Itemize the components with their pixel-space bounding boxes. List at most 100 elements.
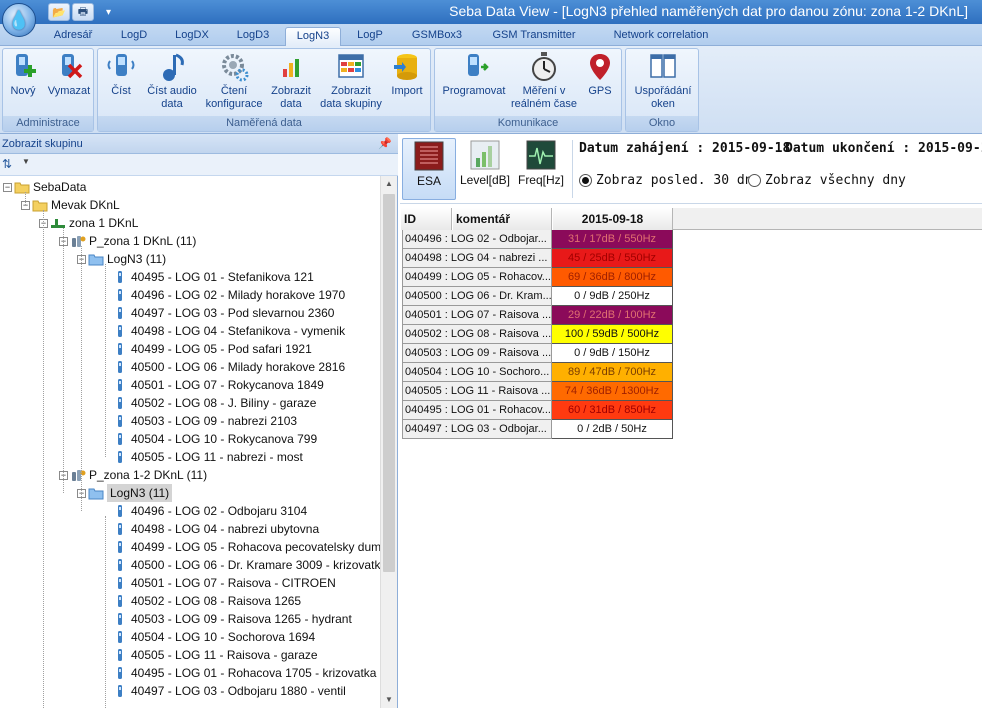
usporadani-oken-button[interactable]: Uspořádání oken <box>630 51 696 111</box>
tree-node-logger[interactable]: 40496 - LOG 02 - Odbojaru 3104 <box>101 502 307 520</box>
column-header-date[interactable]: 2015-09-18 <box>552 208 673 230</box>
row-id-cell[interactable]: 040499 : LOG 05 - Rohacov... <box>402 268 552 287</box>
radio-all-days[interactable]: Zobraz všechny dny <box>748 173 906 188</box>
tree-node-logger[interactable]: 40502 - LOG 08 - Raisova 1265 <box>101 592 301 610</box>
tree-node-logger[interactable]: 40499 - LOG 05 - Rohacova pecovatelsky d… <box>101 538 380 556</box>
row-value-cell[interactable]: 0 / 2dB / 50Hz <box>552 420 673 439</box>
row-id-cell[interactable]: 040504 : LOG 10 - Sochoro... <box>402 363 552 382</box>
tree-node-logger[interactable]: 40499 - LOG 05 - Pod safari 1921 <box>101 340 312 358</box>
tab-gsm-transmitter[interactable]: GSM Transmitter <box>478 27 590 46</box>
programovat-button[interactable]: Programovat <box>439 51 509 98</box>
row-value-cell[interactable]: 31 / 17dB / 550Hz <box>552 230 673 249</box>
open-folder-icon[interactable]: 📂 <box>48 3 70 21</box>
radio-last-30-days[interactable]: Zobraz posled. 30 dn <box>579 173 753 188</box>
pin-icon[interactable]: 📌 <box>378 134 392 154</box>
scroll-up-icon[interactable]: ▲ <box>381 176 397 192</box>
sort-dropdown-icon[interactable]: ▼ <box>22 157 30 166</box>
tree-node-logger[interactable]: 40502 - LOG 08 - J. Biliny - garaze <box>101 394 316 412</box>
cist-audio-button[interactable]: Číst audio data <box>142 51 202 111</box>
tree-node-logger[interactable]: 40496 - LOG 02 - Milady horakove 1970 <box>101 286 345 304</box>
level-db-button[interactable]: Level[dB] <box>458 138 512 200</box>
grid-header: ID komentář 2015-09-18 <box>400 208 982 230</box>
tree-node-group2-logn3[interactable]: − LogN3 (11) <box>77 484 173 502</box>
tree-node-logger[interactable]: 40504 - LOG 10 - Rokycanova 799 <box>101 430 317 448</box>
gps-button[interactable]: GPS <box>581 51 619 98</box>
cist-button[interactable]: Číst <box>104 51 138 98</box>
tab-network-correlation[interactable]: Network correlation <box>594 27 728 46</box>
scroll-thumb[interactable] <box>383 194 395 572</box>
tab-logn3[interactable]: LogN3 <box>285 27 341 46</box>
tree-node-logger[interactable]: 40500 - LOG 06 - Dr. Kramare 3009 - kriz… <box>101 556 380 574</box>
tree-node-logger[interactable]: 40495 - LOG 01 - Stefanikova 121 <box>101 268 314 286</box>
row-id-cell[interactable]: 040501 : LOG 07 - Raisova ... <box>402 306 552 325</box>
tree-node-logger[interactable]: 40497 - LOG 03 - Odbojaru 1880 - ventil <box>101 682 346 700</box>
row-id-cell[interactable]: 040498 : LOG 04 - nabrezi ... <box>402 249 552 268</box>
tree-node-logger[interactable]: 40500 - LOG 06 - Milady horakove 2816 <box>101 358 345 376</box>
row-value-cell[interactable]: 74 / 36dB / 1300Hz <box>552 382 673 401</box>
logger-device-icon <box>112 648 128 662</box>
mereni-realnem-case-button[interactable]: Měření v reálném čase <box>509 51 579 111</box>
zobrazit-data-skupiny-button[interactable]: Zobrazit data skupiny <box>316 51 386 111</box>
tab-adresar[interactable]: Adresář <box>40 27 106 46</box>
gps-pin-icon <box>590 54 610 80</box>
tree-node-logger[interactable]: 40498 - LOG 04 - nabrezi ubytovna <box>101 520 319 538</box>
collapse-toggle-icon[interactable]: − <box>3 182 12 192</box>
tree-node-label: 40498 - LOG 04 - nabrezi ubytovna <box>131 522 320 536</box>
import-button[interactable]: Import <box>386 51 428 98</box>
row-value-cell[interactable]: 60 / 31dB / 850Hz <box>552 401 673 420</box>
tab-logd[interactable]: LogD <box>108 27 160 46</box>
tree-node-group1-logn3[interactable]: − LogN3 (11) <box>77 250 166 268</box>
tree-node-logger[interactable]: 40501 - LOG 07 - Rokycanova 1849 <box>101 376 324 394</box>
sort-icon[interactable]: ⇅ <box>2 157 12 171</box>
esa-button[interactable]: ESA <box>402 138 456 200</box>
tree-node-logger[interactable]: 40501 - LOG 07 - Raisova - CITROEN <box>101 574 336 592</box>
tree-node-group1[interactable]: − P_zona 1 DKnL (11) <box>59 232 196 250</box>
tree-node-logger[interactable]: 40504 - LOG 10 - Sochorova 1694 <box>101 628 315 646</box>
row-value-cell[interactable]: 100 / 59dB / 500Hz <box>552 325 673 344</box>
tree-node-logger[interactable]: 40503 - LOG 09 - nabrezi 2103 <box>101 412 297 430</box>
row-value-cell[interactable]: 0 / 9dB / 250Hz <box>552 287 673 306</box>
freq-hz-button[interactable]: Freq[Hz] <box>514 138 568 200</box>
tab-gsmbox3[interactable]: GSMBox3 <box>400 27 474 46</box>
tree-node-sebadata[interactable]: − SebaData <box>3 178 86 196</box>
tree-node-logger[interactable]: 40495 - LOG 01 - Rohacova 1705 - krizova… <box>101 664 376 682</box>
print-icon[interactable]: 🖶 <box>72 3 94 21</box>
row-value-cell[interactable]: 29 / 22dB / 100Hz <box>552 306 673 325</box>
row-id-cell[interactable]: 040497 : LOG 03 - Odbojar... <box>402 420 552 439</box>
tree-node-zona[interactable]: − zona 1 DKnL <box>39 214 138 232</box>
logger-device-icon <box>112 540 128 554</box>
tree-node-logger[interactable]: 40505 - LOG 11 - Raisova - garaze <box>101 646 318 664</box>
tab-logd3[interactable]: LogD3 <box>224 27 282 46</box>
tree-node-logger[interactable]: 40497 - LOG 03 - Pod slevarnou 2360 <box>101 304 334 322</box>
tree-node-logger[interactable]: 40505 - LOG 11 - nabrezi - most <box>101 448 303 466</box>
row-id-cell[interactable]: 040495 : LOG 01 - Rohacov... <box>402 401 552 420</box>
radio-last-30-dot[interactable] <box>579 174 592 187</box>
row-id-cell[interactable]: 040496 : LOG 02 - Odbojar... <box>402 230 552 249</box>
row-value-cell[interactable]: 45 / 25dB / 550Hz <box>552 249 673 268</box>
radio-all-days-dot[interactable] <box>748 174 761 187</box>
column-header-id[interactable]: ID <box>400 208 452 230</box>
customize-qat-icon[interactable]: ▾ <box>106 7 111 18</box>
tree-node-logger[interactable]: 40503 - LOG 09 - Raisova 1265 - hydrant <box>101 610 352 628</box>
tree-scrollbar[interactable]: ▲ ▼ <box>380 176 397 708</box>
tab-logdx[interactable]: LogDX <box>162 27 222 46</box>
tree-node-logger[interactable]: 40498 - LOG 04 - Stefanikova - vymenik <box>101 322 345 340</box>
zobrazit-data-button[interactable]: Zobrazit data <box>268 51 314 111</box>
row-value-cell[interactable]: 0 / 9dB / 150Hz <box>552 344 673 363</box>
app-menu-button[interactable]: 💧 <box>2 3 36 37</box>
radio-all-days-label: Zobraz všechny dny <box>765 173 906 188</box>
cteni-konfigurace-button[interactable]: Čtení konfigurace <box>202 51 266 111</box>
novy-button[interactable]: Nový <box>5 51 41 98</box>
vymazat-button[interactable]: Vymazat <box>45 51 93 98</box>
column-header-comment[interactable]: komentář <box>452 208 552 230</box>
row-id-cell[interactable]: 040503 : LOG 09 - Raisova ... <box>402 344 552 363</box>
row-id-cell[interactable]: 040505 : LOG 11 - Raisova ... <box>402 382 552 401</box>
row-id-cell[interactable]: 040502 : LOG 08 - Raisova ... <box>402 325 552 344</box>
row-value-cell[interactable]: 89 / 47dB / 700Hz <box>552 363 673 382</box>
tab-logp[interactable]: LogP <box>344 27 396 46</box>
tree-guide-line <box>81 246 82 511</box>
scroll-down-icon[interactable]: ▼ <box>381 692 397 708</box>
row-id-cell[interactable]: 040500 : LOG 06 - Dr. Kram... <box>402 287 552 306</box>
tree-node-mevak[interactable]: − Mevak DKnL <box>21 196 120 214</box>
row-value-cell[interactable]: 69 / 36dB / 800Hz <box>552 268 673 287</box>
